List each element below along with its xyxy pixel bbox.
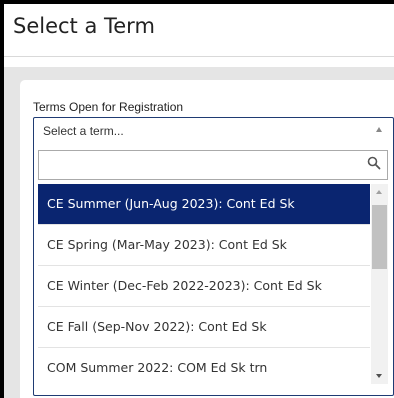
term-option[interactable]: CE Fall (Sep-Nov 2022): Cont Ed Sk: [38, 307, 370, 348]
term-option[interactable]: CE Winter (Dec-Feb 2022-2023): Cont Ed S…: [38, 266, 370, 307]
term-options-list: CE Summer (Jun-Aug 2023): Cont Ed Sk CE …: [38, 184, 370, 384]
options-scrollbar[interactable]: [371, 184, 388, 384]
page-header: Select a Term: [4, 4, 394, 57]
header-gap: [4, 57, 394, 67]
scroll-up-arrow-icon[interactable]: [376, 190, 382, 194]
term-option[interactable]: COM Summer 2022: COM Ed Sk trn: [38, 348, 370, 384]
term-search-input[interactable]: [38, 150, 388, 180]
triangle-up-icon[interactable]: [376, 127, 382, 132]
scrollbar-thumb[interactable]: [372, 205, 387, 269]
search-icon: [367, 156, 381, 170]
terms-field-label: Terms Open for Registration: [33, 100, 184, 114]
page-title: Select a Term: [13, 14, 155, 38]
term-select-value[interactable]: Select a term...: [43, 124, 124, 138]
scroll-down-arrow-icon[interactable]: [376, 374, 382, 378]
term-option[interactable]: CE Summer (Jun-Aug 2023): Cont Ed Sk: [38, 184, 370, 225]
term-option[interactable]: CE Spring (Mar-May 2023): Cont Ed Sk: [38, 225, 370, 266]
